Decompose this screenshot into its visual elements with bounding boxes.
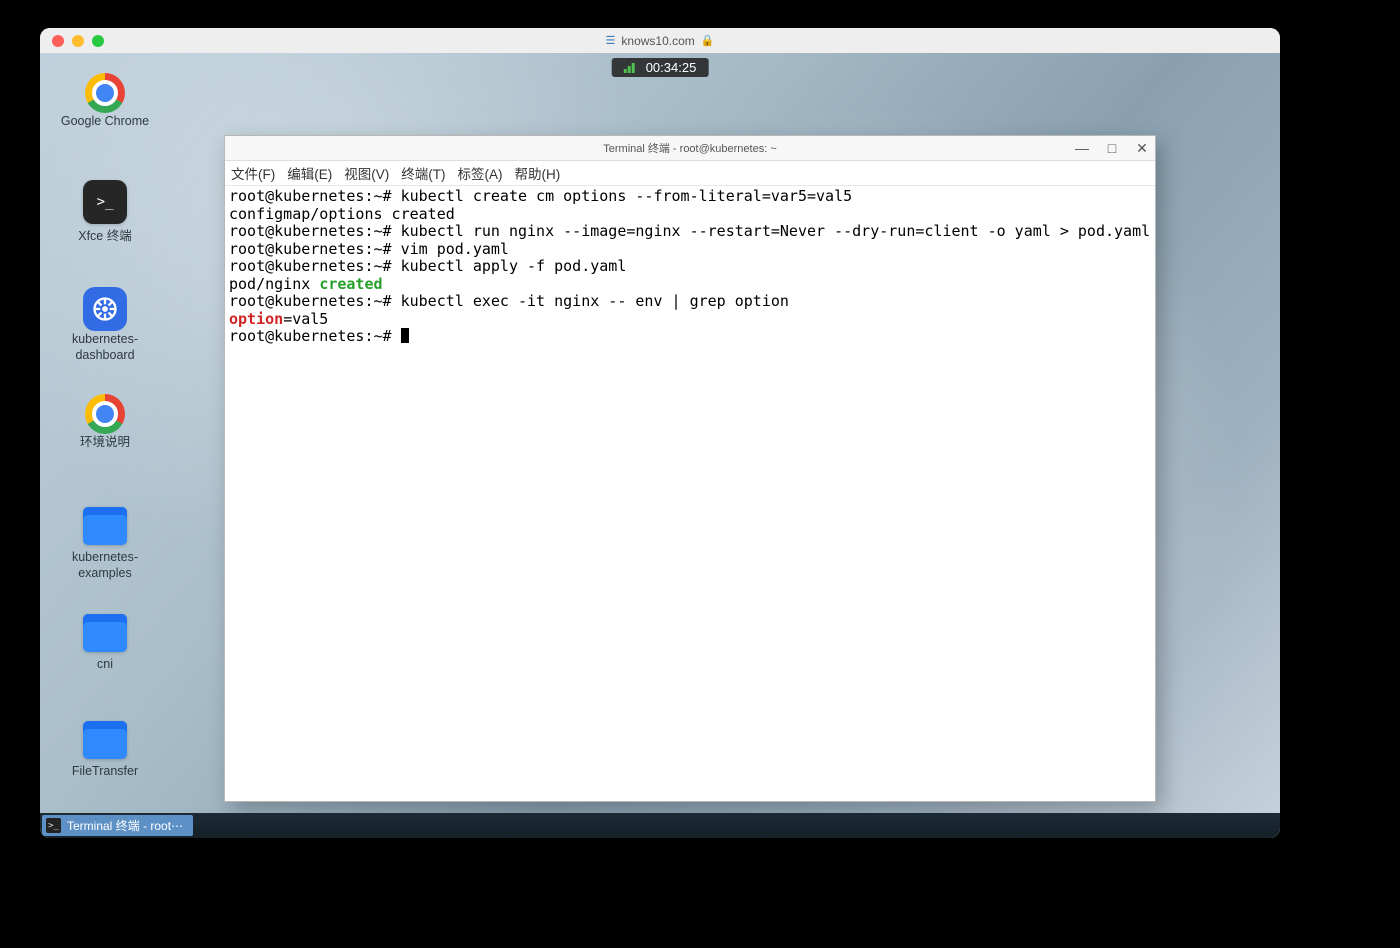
minimize-icon[interactable] bbox=[72, 35, 84, 47]
icon-label: cni bbox=[97, 656, 113, 672]
minimize-button[interactable]: — bbox=[1073, 140, 1091, 157]
term-line: =val5 bbox=[283, 310, 328, 328]
menu-view[interactable]: 视图(V) bbox=[344, 163, 389, 183]
term-line: kubectl create cm options --from-literal… bbox=[401, 187, 853, 205]
menu-file[interactable]: 文件(F) bbox=[231, 163, 275, 183]
taskbar-label: Terminal 终端 - root⋯ bbox=[67, 817, 183, 834]
kubernetes-icon bbox=[83, 287, 127, 331]
desktop-icon-env-doc[interactable]: 环境说明 bbox=[60, 394, 150, 450]
term-line: kubectl run nginx --image=nginx --restar… bbox=[401, 222, 1151, 240]
close-icon[interactable] bbox=[52, 35, 64, 47]
desktop-icon-chrome[interactable]: Google Chrome bbox=[60, 73, 150, 129]
folder-icon bbox=[83, 721, 127, 759]
terminal-titlebar[interactable]: Terminal 终端 - root@kubernetes: ~ — □ ✕ bbox=[225, 136, 1155, 161]
cursor-icon bbox=[401, 328, 409, 343]
desktop-icon-cni[interactable]: cni bbox=[60, 608, 150, 672]
prompt: root@kubernetes:~# bbox=[229, 240, 401, 258]
menu-help[interactable]: 帮助(H) bbox=[515, 163, 561, 183]
traffic-lights bbox=[40, 35, 104, 47]
browser-url: ☰ knows10.com 🔒 bbox=[606, 34, 715, 48]
icon-label: 环境说明 bbox=[80, 434, 130, 450]
terminal-title: Terminal 终端 - root@kubernetes: ~ bbox=[603, 140, 776, 156]
desktop-icon-k8s-examples[interactable]: kubernetes- examples bbox=[60, 501, 150, 581]
folder-icon bbox=[83, 614, 127, 652]
prompt: root@kubernetes:~# bbox=[229, 257, 401, 275]
menu-terminal[interactable]: 终端(T) bbox=[401, 163, 445, 183]
mac-titlebar: ☰ knows10.com 🔒 bbox=[40, 28, 1280, 54]
maximize-button[interactable]: □ bbox=[1103, 140, 1121, 157]
terminal-icon: >_ bbox=[46, 818, 61, 833]
term-line: pod/nginx bbox=[229, 275, 319, 293]
term-created: created bbox=[319, 275, 382, 293]
menu-edit[interactable]: 编辑(E) bbox=[287, 163, 332, 183]
desktop-icon-k8s-dashboard[interactable]: kubernetes- dashboard bbox=[60, 287, 150, 363]
terminal-body[interactable]: root@kubernetes:~# kubectl create cm opt… bbox=[225, 186, 1155, 801]
timer-text: 00:34:25 bbox=[646, 60, 697, 75]
chrome-icon bbox=[85, 394, 125, 434]
desktop[interactable]: 00:34:25 Google Chrome >_ Xfce 终端 bbox=[40, 53, 1280, 838]
taskbar: >_ Terminal 终端 - root⋯ bbox=[40, 813, 1280, 838]
terminal-menubar: 文件(F) 编辑(E) 视图(V) 终端(T) 标签(A) 帮助(H) bbox=[225, 161, 1155, 186]
chrome-icon bbox=[85, 73, 125, 113]
taskbar-terminal-button[interactable]: >_ Terminal 终端 - root⋯ bbox=[42, 815, 193, 836]
vnc-mac-window: ☰ knows10.com 🔒 00:34:25 Google Chrome >… bbox=[40, 28, 1280, 838]
icon-label: kubernetes- dashboard bbox=[72, 331, 138, 363]
prompt: root@kubernetes:~# bbox=[229, 327, 401, 345]
term-line: configmap/options created bbox=[229, 205, 455, 223]
zoom-icon[interactable] bbox=[92, 35, 104, 47]
term-line: vim pod.yaml bbox=[401, 240, 509, 258]
terminal-window[interactable]: Terminal 终端 - root@kubernetes: ~ — □ ✕ 文… bbox=[224, 135, 1156, 802]
prompt: root@kubernetes:~# bbox=[229, 187, 401, 205]
icon-label: Xfce 终端 bbox=[78, 228, 132, 244]
signal-icon bbox=[624, 63, 638, 73]
session-timer: 00:34:25 bbox=[612, 58, 709, 77]
desktop-icon-filetransfer[interactable]: FileTransfer bbox=[60, 715, 150, 779]
icon-label: Google Chrome bbox=[61, 113, 149, 129]
prompt: root@kubernetes:~# bbox=[229, 292, 401, 310]
terminal-icon: >_ bbox=[83, 180, 127, 224]
prompt: root@kubernetes:~# bbox=[229, 222, 401, 240]
grep-match: option bbox=[229, 310, 283, 328]
lock-icon: 🔒 bbox=[701, 34, 715, 47]
menu-tabs[interactable]: 标签(A) bbox=[458, 163, 503, 183]
icon-label: kubernetes- examples bbox=[72, 549, 138, 581]
helm-wheel-icon bbox=[91, 295, 119, 323]
site-settings-icon: ☰ bbox=[606, 34, 616, 47]
term-line: kubectl exec -it nginx -- env | grep opt… bbox=[401, 292, 789, 310]
term-line: kubectl apply -f pod.yaml bbox=[401, 257, 627, 275]
url-text: knows10.com bbox=[621, 34, 694, 48]
close-button[interactable]: ✕ bbox=[1133, 140, 1151, 157]
desktop-icon-xfce-terminal[interactable]: >_ Xfce 终端 bbox=[60, 180, 150, 244]
icon-label: FileTransfer bbox=[72, 763, 138, 779]
folder-icon bbox=[83, 507, 127, 545]
